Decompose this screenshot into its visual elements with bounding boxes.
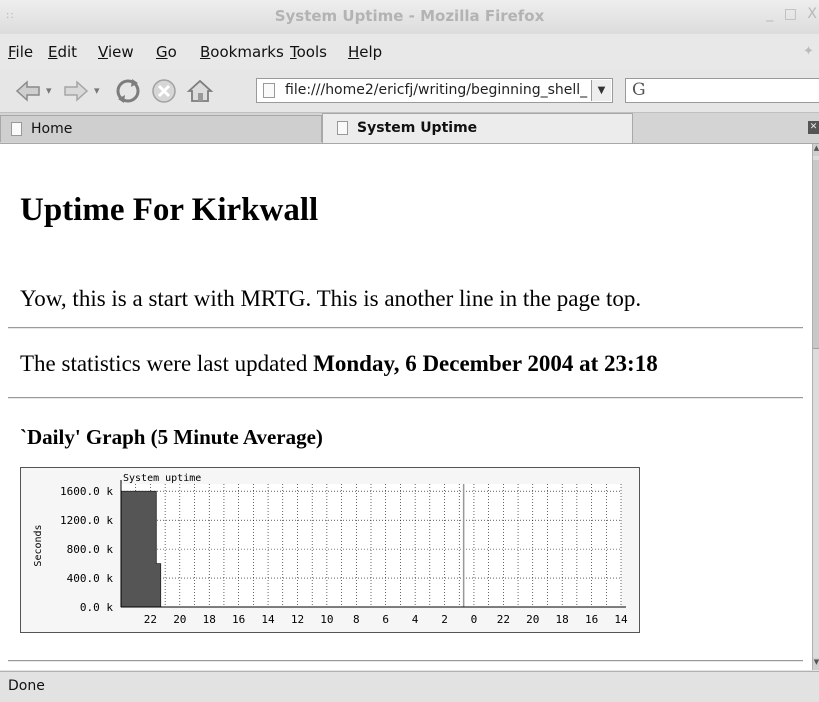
- x-tick-label: 6: [382, 613, 389, 626]
- back-arrow-icon[interactable]: [14, 77, 42, 105]
- menu-go[interactable]: Go: [156, 43, 177, 61]
- x-tick-label: 20: [173, 613, 186, 626]
- browser-window: :: System Uptime - Mozilla Firefox _ □ X…: [0, 0, 819, 702]
- stop-icon[interactable]: [150, 77, 178, 105]
- divider: [8, 660, 803, 662]
- uptime-area-series: [120, 490, 162, 608]
- menu-bookmarks[interactable]: Bookmarks: [200, 43, 284, 61]
- x-tick-label: 22: [497, 613, 510, 626]
- scroll-up-icon[interactable]: ▲: [813, 144, 819, 156]
- last-updated-prefix: The statistics were last updated: [20, 351, 314, 376]
- minimize-icon[interactable]: _: [766, 6, 773, 22]
- page-title: Uptime For Kirkwall: [20, 192, 319, 228]
- last-updated-value: Monday, 6 December 2004 at 23:18: [313, 351, 658, 376]
- page-icon: [337, 121, 348, 135]
- forward-history-dropdown-icon[interactable]: ▾: [94, 84, 100, 97]
- vertical-scrollbar[interactable]: ▲ ▼: [812, 144, 819, 670]
- tab-home[interactable]: Home: [0, 115, 322, 142]
- url-history-dropdown-icon[interactable]: ▼: [591, 80, 611, 101]
- x-tick-label: 22: [144, 613, 157, 626]
- close-tab-icon[interactable]: ✕: [808, 121, 819, 134]
- x-tick-label: 8: [353, 613, 360, 626]
- divider: [8, 397, 803, 399]
- y-tick-label: 1600.0 k: [60, 485, 113, 498]
- chart-title: System uptime: [123, 473, 201, 484]
- x-tick-label: 2: [441, 613, 448, 626]
- menu-tools[interactable]: Tools: [290, 43, 327, 61]
- tab-label: System Uptime: [357, 120, 478, 136]
- y-axis-label: Seconds: [33, 524, 44, 566]
- home-icon[interactable]: [186, 77, 214, 105]
- y-tick-label: 1200.0 k: [60, 514, 113, 527]
- x-tick-label: 18: [203, 613, 216, 626]
- status-bar: Done: [0, 671, 819, 702]
- title-bar[interactable]: :: System Uptime - Mozilla Firefox _ □ X: [0, 0, 819, 35]
- y-tick-label: 400.0 k: [67, 572, 114, 585]
- forward-arrow-icon[interactable]: [62, 77, 90, 105]
- window-title: System Uptime - Mozilla Firefox: [274, 7, 545, 25]
- menu-view[interactable]: View: [98, 43, 134, 61]
- y-tick-label: 0.0 k: [80, 601, 113, 614]
- x-tick-label: 18: [556, 613, 569, 626]
- page-icon: [263, 83, 275, 98]
- menu-file[interactable]: File: [8, 43, 33, 61]
- tab-label: Home: [31, 121, 73, 137]
- x-tick-label: 12: [291, 613, 304, 626]
- menu-bar: File Edit View Go Bookmarks Tools Help ✦: [0, 34, 819, 70]
- search-box[interactable]: G: [625, 78, 819, 103]
- x-tick-label: 14: [614, 613, 628, 626]
- graph-heading: `Daily' Graph (5 Minute Average): [20, 425, 323, 449]
- page-icon: [11, 122, 22, 136]
- url-bar[interactable]: file:///home2/ericfj/writing/beginning_s…: [256, 78, 613, 103]
- status-text: Done: [8, 678, 45, 694]
- window-controls: _ □ X: [760, 6, 817, 22]
- menu-help[interactable]: Help: [348, 43, 382, 61]
- x-tick-label: 16: [585, 613, 598, 626]
- last-updated-text: The statistics were last updated Monday,…: [20, 351, 658, 377]
- back-history-dropdown-icon[interactable]: ▾: [46, 84, 52, 97]
- menu-edit[interactable]: Edit: [48, 43, 77, 61]
- scrollbar-thumb[interactable]: [813, 160, 819, 349]
- divider: [8, 327, 803, 329]
- x-tick-label: 16: [232, 613, 245, 626]
- uptime-graph: 22 20 18 16 14 12 10 8 6 4 2 0 22 20 18 16 14 0.0 k 400.0 …: [20, 467, 640, 633]
- navigation-toolbar: ▾ ▾ file:///home2/ericfj/writing/beginni…: [0, 70, 819, 113]
- maximize-icon[interactable]: □: [784, 6, 797, 22]
- throbber-icon: ✦: [803, 44, 814, 59]
- tab-system-uptime[interactable]: System Uptime: [322, 113, 633, 143]
- x-tick-label: 10: [320, 613, 333, 626]
- close-window-icon[interactable]: X: [807, 6, 817, 22]
- tab-strip: Home System Uptime ✕: [0, 113, 819, 144]
- x-tick-label: 4: [412, 613, 419, 626]
- intro-text: Yow, this is a start with MRTG. This is …: [20, 286, 642, 311]
- search-engine-icon[interactable]: G: [632, 80, 646, 100]
- x-tick-label: 0: [471, 613, 478, 626]
- reload-icon[interactable]: [114, 77, 142, 105]
- uptime-chart: 22 20 18 16 14 12 10 8 6 4 2 0 22 20 18 16 140.0 k400.0 …: [33, 473, 628, 626]
- x-tick-label: 14: [261, 613, 275, 626]
- page-content: Uptime For Kirkwall Yow, this is a start…: [0, 144, 812, 670]
- scroll-down-icon[interactable]: ▼: [813, 658, 819, 670]
- y-tick-label: 800.0 k: [67, 543, 114, 556]
- x-tick-label: 20: [526, 613, 539, 626]
- url-text[interactable]: file:///home2/ericfj/writing/beginning_s…: [285, 82, 590, 98]
